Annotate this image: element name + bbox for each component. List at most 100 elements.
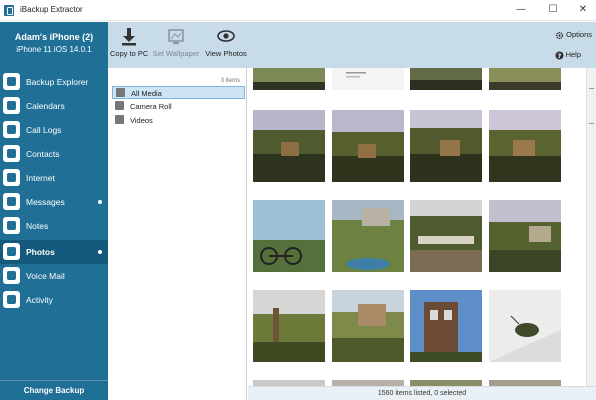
photo-thumbnail[interactable] — [332, 200, 404, 272]
photo-thumbnail[interactable] — [410, 68, 482, 90]
photo-thumbnail[interactable] — [253, 290, 325, 362]
gear-icon — [556, 31, 564, 39]
help-icon: ? — [555, 50, 564, 59]
sidebar-item-backup-explorer[interactable]: Backup Explorer — [0, 70, 108, 94]
photo-thumbnail[interactable] — [489, 200, 561, 272]
sidebar-item-label: Call Logs — [26, 125, 62, 135]
photo-thumbnail[interactable] — [489, 68, 561, 90]
photo-thumbnail[interactable] — [332, 290, 404, 362]
photo-thumbnail[interactable] — [253, 110, 325, 182]
photo-thumbnail[interactable] — [253, 68, 325, 90]
sidebar-item-label: Notes — [26, 221, 49, 231]
photo-thumbnail[interactable] — [410, 290, 482, 362]
photo-image — [332, 290, 404, 362]
wallpaper-icon — [168, 29, 184, 44]
photo-thumbnail[interactable] — [489, 290, 561, 362]
eye-icon — [217, 30, 235, 42]
photo-thumbnail[interactable] — [332, 68, 404, 90]
sidebar-item-notes[interactable]: Notes — [0, 214, 108, 238]
activity-icon — [3, 291, 20, 308]
camera-icon — [115, 101, 124, 110]
photo-image — [489, 290, 561, 362]
photo-thumbnail[interactable] — [253, 200, 325, 272]
photo-image — [332, 68, 404, 90]
window-title: iBackup Extractor — [20, 5, 83, 14]
copy-to-pc-label: Copy to PC — [110, 49, 149, 58]
photos-icon — [3, 243, 20, 260]
help-button[interactable]: ? Help — [555, 50, 581, 60]
notes-icon — [3, 217, 20, 234]
sidebar-item-photos[interactable]: Photos — [0, 240, 108, 264]
photo-image — [332, 110, 404, 182]
folder-label: Camera Roll — [130, 102, 172, 111]
options-button[interactable]: Options — [555, 30, 592, 40]
photo-thumbnail[interactable] — [332, 110, 404, 182]
copy-to-pc-button[interactable]: Copy to PC — [110, 27, 148, 58]
photo-thumbnail[interactable] — [410, 200, 482, 272]
photo-image — [489, 200, 561, 272]
photo-image — [253, 110, 325, 182]
backup-explorer-icon — [3, 73, 20, 90]
title-bar: iBackup Extractor — ☐ ✕ — [0, 0, 596, 21]
sidebar-item-activity[interactable]: Activity — [0, 288, 108, 312]
sidebar-item-voice-mail[interactable]: Voice Mail — [0, 264, 108, 288]
sidebar-item-label: Photos — [26, 247, 55, 257]
folder-camera-roll[interactable]: Camera Roll — [112, 100, 245, 113]
help-label: Help — [565, 50, 581, 59]
photo-thumbnail[interactable] — [489, 110, 561, 182]
contacts-icon — [3, 145, 20, 162]
photo-image — [489, 68, 561, 90]
message-icon — [3, 193, 20, 210]
photo-image — [410, 110, 482, 182]
svg-text:?: ? — [557, 52, 561, 59]
video-icon — [115, 115, 124, 124]
sidebar-item-label: Contacts — [26, 149, 60, 159]
photo-thumbnail[interactable] — [410, 110, 482, 182]
sidebar-item-contacts[interactable]: Contacts — [0, 142, 108, 166]
status-bar: 1560 items listed, 0 selected — [248, 386, 596, 400]
device-header: Adam's iPhone (2) iPhone 11 iOS 14.0.1 — [0, 22, 108, 68]
photo-image — [253, 200, 325, 272]
view-photos-button[interactable]: View Photos — [204, 27, 248, 58]
set-wallpaper-button[interactable]: Set Wallpaper — [152, 27, 200, 58]
active-dot-icon — [98, 250, 102, 254]
close-button[interactable]: ✕ — [570, 2, 596, 18]
photo-grid — [248, 68, 586, 386]
sidebar-item-calendars[interactable]: Calendars — [0, 94, 108, 118]
photo-image — [489, 110, 561, 182]
device-model: iPhone 11 iOS 14.0.1 — [16, 45, 92, 54]
scroll-marker — [589, 123, 594, 124]
download-icon — [122, 28, 136, 46]
sidebar-item-label: Backup Explorer — [26, 77, 89, 87]
sidebar-item-label: Activity — [26, 295, 53, 305]
change-backup-button[interactable]: Change Backup — [0, 380, 108, 400]
set-wallpaper-label: Set Wallpaper — [152, 49, 200, 58]
sidebar-item-call-logs[interactable]: Call Logs — [0, 118, 108, 142]
options-label: Options — [566, 30, 592, 39]
sidebar-item-label: Messages — [26, 197, 65, 207]
sidebar-item-internet[interactable]: Internet — [0, 166, 108, 190]
folder-label: Videos — [130, 116, 153, 125]
folder-all-media[interactable]: All Media — [112, 86, 245, 99]
phone-icon — [3, 121, 20, 138]
minimize-button[interactable]: — — [508, 2, 534, 18]
view-photos-label: View Photos — [205, 49, 247, 58]
folder-pane: 3 items All Media Camera Roll Videos — [108, 68, 247, 400]
folder-label: All Media — [131, 89, 162, 98]
sidebar-item-messages[interactable]: Messages — [0, 190, 108, 214]
globe-icon — [3, 169, 20, 186]
photo-image — [410, 200, 482, 272]
photo-image — [332, 200, 404, 272]
folder-videos[interactable]: Videos — [112, 114, 245, 127]
voicemail-icon — [3, 267, 20, 284]
photo-image — [253, 68, 325, 90]
vertical-scrollbar[interactable] — [586, 68, 596, 386]
sidebar-item-label: Internet — [26, 173, 55, 183]
unread-dot-icon — [98, 200, 102, 204]
toolbar: Copy to PC Set Wallpaper View Photos Opt… — [108, 22, 596, 68]
app-logo-icon — [4, 5, 14, 16]
sidebar-item-label: Voice Mail — [26, 271, 65, 281]
maximize-button[interactable]: ☐ — [540, 2, 566, 18]
sidebar: Backup Explorer Calendars Call Logs Cont… — [0, 68, 108, 400]
photo-image — [410, 68, 482, 90]
